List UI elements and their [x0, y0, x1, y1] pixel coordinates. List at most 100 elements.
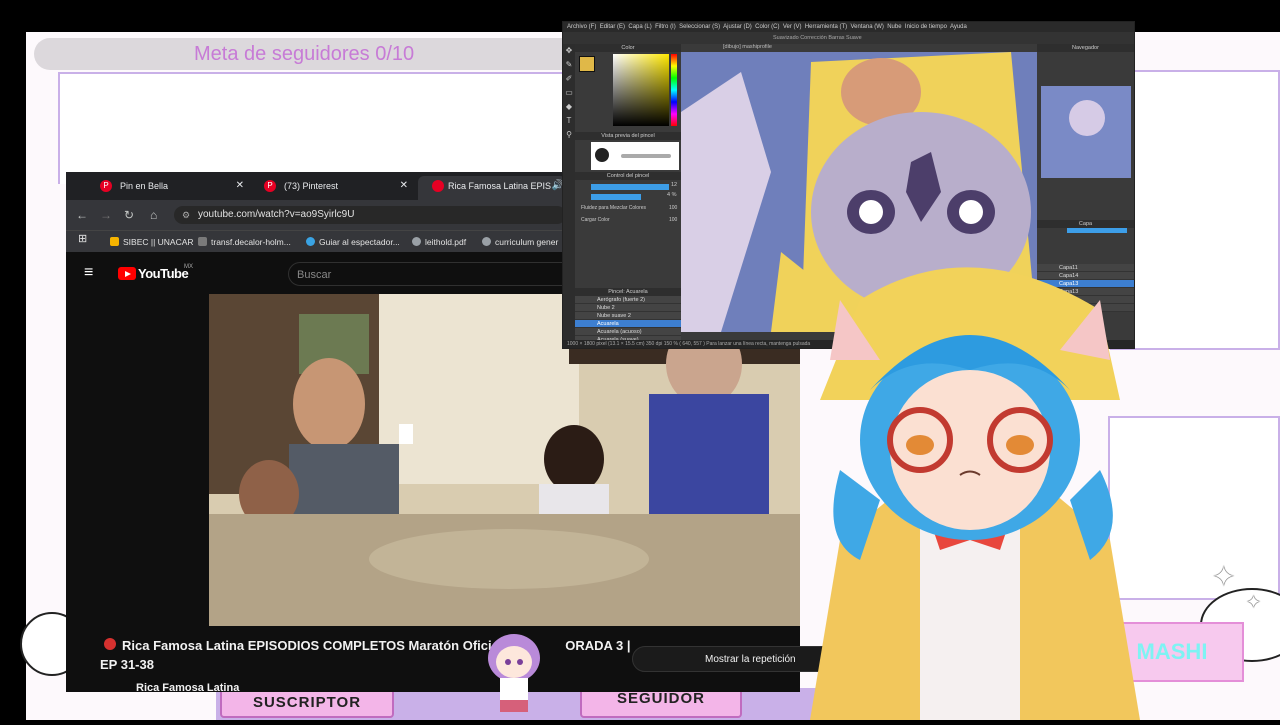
url-text: youtube.com/watch?v=ao9Syirlc9U: [198, 209, 355, 220]
menu-item[interactable]: Filtro (I): [655, 24, 676, 30]
brush-opacity-slider[interactable]: [591, 194, 641, 200]
avatar-illustration: [810, 267, 1140, 720]
bookmark-label: leithold.pdf: [425, 237, 467, 247]
video-info: Rica Famosa Latina EPISODIOS COMPLETOS M…: [66, 626, 862, 694]
tab-youtube-active[interactable]: Rica Famosa Latina EPIS 🔊: [418, 176, 566, 200]
subscriber-label: SUSCRIPTOR: [220, 688, 394, 718]
tab-pinterest[interactable]: P (73) Pinterest ✕: [254, 176, 414, 200]
brush-item[interactable]: Nube suave 2: [575, 312, 681, 320]
bookmark-icon: [198, 237, 207, 246]
csp-command-bar: Suavizado Corrección Barras Suave: [563, 32, 1134, 44]
brush-size-slider[interactable]: [591, 184, 669, 190]
color-panel-title: Color: [575, 44, 681, 52]
brush-item-selected[interactable]: Acuarela: [575, 320, 681, 328]
close-tab-icon[interactable]: ✕: [400, 176, 408, 196]
menu-item[interactable]: Ayuda: [950, 24, 967, 30]
overlay-frame-left: [58, 72, 582, 184]
pen-tool-icon[interactable]: ✎: [563, 58, 575, 72]
menu-item[interactable]: Inicio de tiempo: [905, 24, 947, 30]
bookmark-sibec[interactable]: SIBEC || UNACAR: [110, 235, 194, 249]
eraser-tool-icon[interactable]: ▭: [563, 86, 575, 100]
brush-item[interactable]: Aerógrafo (fuerte 2): [575, 296, 681, 304]
hue-slider[interactable]: [671, 54, 677, 126]
video-title: Rica Famosa Latina EPISODIOS COMPLETOS M…: [100, 636, 640, 674]
brush-control-title: Control del pincel: [575, 172, 681, 180]
menu-item[interactable]: Color (C): [755, 24, 779, 30]
search-input[interactable]: Buscar: [288, 262, 566, 286]
menu-item[interactable]: Ajustar (D): [723, 24, 752, 30]
layer-opacity-slider[interactable]: [1067, 228, 1127, 233]
forward-icon[interactable]: →: [100, 208, 112, 222]
youtube-logo-icon[interactable]: [118, 267, 136, 280]
site-info-icon[interactable]: ⚙: [182, 206, 190, 224]
channel-name[interactable]: Rica Famosa Latina: [136, 682, 239, 694]
toolbar-text: Suavizado Corrección Barras Suave: [773, 35, 862, 41]
menu-item[interactable]: Ver (V): [783, 24, 802, 30]
menu-item[interactable]: Editar (E): [600, 24, 625, 30]
color-square[interactable]: [613, 54, 669, 126]
bookmark-leithold[interactable]: leithold.pdf: [412, 235, 466, 249]
close-tab-icon[interactable]: ✕: [236, 176, 244, 196]
move-tool-icon[interactable]: ✥: [563, 44, 575, 58]
follower-goal-text: Meta de seguidores 0/10: [194, 43, 415, 65]
chibi-mascot: [484, 630, 544, 720]
youtube-logo-text[interactable]: YouTube: [138, 266, 189, 281]
reload-icon[interactable]: ↻: [124, 208, 134, 222]
youtube-tab-icon: [432, 180, 444, 192]
text-tool-icon[interactable]: T: [563, 114, 575, 128]
bookmark-label: transf.decalor-holm...: [211, 237, 291, 247]
bookmark-label: curriculum gener: [495, 237, 559, 247]
navigator-title: Navegador: [1037, 44, 1134, 52]
menu-item[interactable]: Seleccionar (S): [679, 24, 720, 30]
csp-menu-bar: Archivo (F) Editar (E) Capa (L) Filtro (…: [563, 22, 1134, 32]
subtool-panel-title: Pincel: Acuarela: [575, 288, 681, 296]
brush-item[interactable]: Acuarela (acuoso): [575, 328, 681, 336]
video-title-line2: EP 31-38: [100, 657, 154, 672]
vtuber-avatar: [780, 240, 1160, 720]
fill-tool-icon[interactable]: ◆: [563, 100, 575, 114]
brush-tool-icon[interactable]: ✐: [563, 72, 575, 86]
bookmark-transf[interactable]: transf.decalor-holm...: [198, 235, 291, 249]
menu-item[interactable]: Capa (L): [628, 24, 651, 30]
fluidity-value: 100: [669, 205, 678, 211]
follower-goal-bar: Meta de seguidores 0/10: [34, 38, 594, 70]
bookmark-icon: [110, 237, 119, 246]
eyedropper-icon[interactable]: ⚲: [563, 128, 575, 142]
bookmark-icon: [306, 237, 315, 246]
bookmark-curriculum[interactable]: curriculum gener: [482, 235, 558, 249]
brush-item[interactable]: Nube 2: [575, 304, 681, 312]
bookmark-label: SIBEC || UNACAR: [123, 237, 194, 247]
main-color-swatch[interactable]: [579, 56, 595, 72]
tab-pin-bella[interactable]: P Pin en Bella ✕: [90, 176, 250, 200]
navigator-thumbnail: [1069, 100, 1105, 136]
menu-item[interactable]: Nube: [887, 24, 901, 30]
menu-item[interactable]: Archivo (F): [567, 24, 596, 30]
sparkle-icon: ✦: [1212, 561, 1236, 592]
navigator-preview[interactable]: [1041, 86, 1131, 178]
back-icon[interactable]: ←: [76, 208, 88, 222]
pinterest-icon: P: [100, 180, 112, 192]
brush-preview-title: Vista previa del pincel: [575, 132, 681, 140]
home-icon[interactable]: ⌂: [150, 208, 157, 222]
apps-grid-icon[interactable]: ⊞: [78, 232, 87, 246]
canvas-tab[interactable]: [dibujo] mashiprofile: [723, 44, 772, 50]
tab-label: Rica Famosa Latina EPIS: [448, 181, 552, 191]
brush-opacity-value: 4 %: [667, 192, 677, 198]
address-bar[interactable]: ⚙ youtube.com/watch?v=ao9Syirlc9U: [174, 206, 566, 224]
brush-preview: [591, 142, 679, 170]
brush-size-value: 12: [671, 182, 678, 188]
video-title-line1-end: ORADA 3 |: [565, 638, 631, 653]
youtube-header: ≡ YouTube MX Buscar: [66, 252, 566, 296]
menu-item[interactable]: Ventana (W): [851, 24, 884, 30]
pinterest-icon: P: [264, 180, 276, 192]
tab-label: Pin en Bella: [120, 181, 169, 191]
menu-item[interactable]: Herramienta (T): [805, 24, 847, 30]
brush-tip-icon: [595, 148, 609, 162]
bookmark-label: Guiar al espectador...: [319, 237, 400, 247]
menu-icon[interactable]: ≡: [84, 264, 93, 282]
brush-stroke-preview: [621, 154, 671, 158]
bookmark-guiar[interactable]: Guiar al espectador...: [306, 235, 400, 249]
load-color-value: 100: [669, 217, 678, 223]
bookmarks-bar: ⊞ SIBEC || UNACAR transf.decalor-holm...…: [66, 230, 566, 253]
tab-bar: P Pin en Bella ✕ P (73) Pinterest ✕ Rica…: [66, 172, 566, 200]
